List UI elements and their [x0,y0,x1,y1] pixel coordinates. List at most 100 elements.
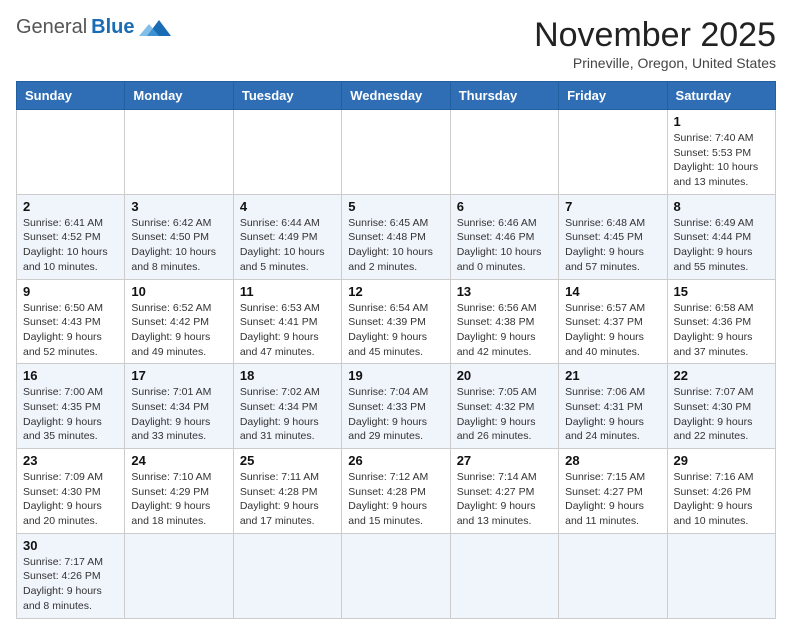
calendar-body: 1Sunrise: 7:40 AM Sunset: 5:53 PM Daylig… [17,110,776,619]
day-number: 11 [240,284,335,299]
day-number: 5 [348,199,443,214]
calendar-cell: 17 Sunrise: 7:01 AM Sunset: 4:34 PM Dayli… [125,364,233,449]
day-number: 27 [457,453,552,468]
day-number: 6 [457,199,552,214]
day-number: 4 [240,199,335,214]
day-info: Sunrise: 6:53 AM Sunset: 4:41 PM Dayligh… [240,301,335,360]
day-info: Sunrise: 7:17 AM Sunset: 4:26 PM Dayligh… [23,555,118,614]
day-info: Sunrise: 6:45 AM Sunset: 4:48 PM Dayligh… [348,216,443,275]
calendar-cell: 18 Sunrise: 7:02 AM Sunset: 4:34 PM Dayli… [233,364,341,449]
calendar-cell [450,533,558,618]
calendar-cell [342,533,450,618]
day-number: 3 [131,199,226,214]
calendar-cell: 26 Sunrise: 7:12 AM Sunset: 4:28 PM Dayli… [342,449,450,534]
calendar-cell: 25 Sunrise: 7:11 AM Sunset: 4:28 PM Dayli… [233,449,341,534]
calendar-cell: 21 Sunrise: 7:06 AM Sunset: 4:31 PM Dayli… [559,364,667,449]
day-info: Sunrise: 6:41 AM Sunset: 4:52 PM Dayligh… [23,216,118,275]
header-row: Sunday Monday Tuesday Wednesday Thursday… [17,82,776,110]
calendar-cell: 30 Sunrise: 7:17 AM Sunset: 4:26 PM Dayli… [17,533,125,618]
calendar-cell: 24Sunrise: 7:10 AM Sunset: 4:29 PM Dayli… [125,449,233,534]
day-number: 21 [565,368,660,383]
calendar-cell: 15Sunrise: 6:58 AM Sunset: 4:36 PM Dayli… [667,279,775,364]
day-number: 19 [348,368,443,383]
day-info: Sunrise: 6:49 AM Sunset: 4:44 PM Dayligh… [674,216,769,275]
col-thursday: Thursday [450,82,558,110]
logo: General Blue [16,16,171,39]
day-info: Sunrise: 6:46 AM Sunset: 4:46 PM Dayligh… [457,216,552,275]
calendar-cell: 11 Sunrise: 6:53 AM Sunset: 4:41 PM Dayli… [233,279,341,364]
day-info: Sunrise: 7:16 AM Sunset: 4:26 PM Dayligh… [674,470,769,529]
calendar-cell: 4 Sunrise: 6:44 AM Sunset: 4:49 PM Daylig… [233,194,341,279]
calendar-cell: 16 Sunrise: 7:00 AM Sunset: 4:35 PM Dayli… [17,364,125,449]
day-info: Sunrise: 6:56 AM Sunset: 4:38 PM Dayligh… [457,301,552,360]
week-row: 9Sunrise: 6:50 AM Sunset: 4:43 PM Daylig… [17,279,776,364]
calendar-cell: 28Sunrise: 7:15 AM Sunset: 4:27 PM Dayli… [559,449,667,534]
day-number: 25 [240,453,335,468]
day-info: Sunrise: 7:10 AM Sunset: 4:29 PM Dayligh… [131,470,226,529]
calendar-cell [17,110,125,195]
day-number: 16 [23,368,118,383]
day-info: Sunrise: 6:54 AM Sunset: 4:39 PM Dayligh… [348,301,443,360]
calendar-cell: 9Sunrise: 6:50 AM Sunset: 4:43 PM Daylig… [17,279,125,364]
day-info: Sunrise: 7:40 AM Sunset: 5:53 PM Dayligh… [674,131,769,190]
month-title: November 2025 [534,16,776,55]
day-info: Sunrise: 7:12 AM Sunset: 4:28 PM Dayligh… [348,470,443,529]
day-number: 2 [23,199,118,214]
col-sunday: Sunday [17,82,125,110]
day-info: Sunrise: 7:11 AM Sunset: 4:28 PM Dayligh… [240,470,335,529]
day-info: Sunrise: 6:44 AM Sunset: 4:49 PM Dayligh… [240,216,335,275]
calendar-cell [342,110,450,195]
calendar-cell [559,110,667,195]
day-info: Sunrise: 6:48 AM Sunset: 4:45 PM Dayligh… [565,216,660,275]
day-number: 17 [131,368,226,383]
calendar-cell: 20 Sunrise: 7:05 AM Sunset: 4:32 PM Dayli… [450,364,558,449]
day-info: Sunrise: 7:06 AM Sunset: 4:31 PM Dayligh… [565,385,660,444]
logo-blue-text: Blue [91,16,134,39]
day-number: 20 [457,368,552,383]
day-info: Sunrise: 7:14 AM Sunset: 4:27 PM Dayligh… [457,470,552,529]
day-number: 13 [457,284,552,299]
col-friday: Friday [559,82,667,110]
calendar-cell: 1Sunrise: 7:40 AM Sunset: 5:53 PM Daylig… [667,110,775,195]
col-saturday: Saturday [667,82,775,110]
calendar: Sunday Monday Tuesday Wednesday Thursday… [16,81,776,619]
day-info: Sunrise: 7:01 AM Sunset: 4:34 PM Dayligh… [131,385,226,444]
day-number: 26 [348,453,443,468]
col-tuesday: Tuesday [233,82,341,110]
day-info: Sunrise: 7:00 AM Sunset: 4:35 PM Dayligh… [23,385,118,444]
day-number: 14 [565,284,660,299]
day-info: Sunrise: 7:05 AM Sunset: 4:32 PM Dayligh… [457,385,552,444]
title-area: November 2025 Prineville, Oregon, United… [534,16,776,71]
day-number: 10 [131,284,226,299]
calendar-cell [559,533,667,618]
calendar-cell: 22 Sunrise: 7:07 AM Sunset: 4:30 PM Dayli… [667,364,775,449]
day-number: 8 [674,199,769,214]
day-number: 29 [674,453,769,468]
day-info: Sunrise: 7:15 AM Sunset: 4:27 PM Dayligh… [565,470,660,529]
calendar-cell: 2 Sunrise: 6:41 AM Sunset: 4:52 PM Daylig… [17,194,125,279]
calendar-cell: 7Sunrise: 6:48 AM Sunset: 4:45 PM Daylig… [559,194,667,279]
day-number: 23 [23,453,118,468]
calendar-header: Sunday Monday Tuesday Wednesday Thursday… [17,82,776,110]
day-number: 22 [674,368,769,383]
day-info: Sunrise: 6:50 AM Sunset: 4:43 PM Dayligh… [23,301,118,360]
day-info: Sunrise: 6:52 AM Sunset: 4:42 PM Dayligh… [131,301,226,360]
calendar-cell [233,533,341,618]
calendar-cell [125,110,233,195]
week-row: 30 Sunrise: 7:17 AM Sunset: 4:26 PM Dayli… [17,533,776,618]
day-number: 18 [240,368,335,383]
day-info: Sunrise: 7:07 AM Sunset: 4:30 PM Dayligh… [674,385,769,444]
calendar-cell [125,533,233,618]
calendar-cell [450,110,558,195]
day-info: Sunrise: 6:57 AM Sunset: 4:37 PM Dayligh… [565,301,660,360]
calendar-cell: 23Sunrise: 7:09 AM Sunset: 4:30 PM Dayli… [17,449,125,534]
calendar-cell: 14 Sunrise: 6:57 AM Sunset: 4:37 PM Dayli… [559,279,667,364]
calendar-cell [233,110,341,195]
day-info: Sunrise: 7:02 AM Sunset: 4:34 PM Dayligh… [240,385,335,444]
week-row: 2 Sunrise: 6:41 AM Sunset: 4:52 PM Daylig… [17,194,776,279]
day-number: 15 [674,284,769,299]
day-number: 12 [348,284,443,299]
week-row: 16 Sunrise: 7:00 AM Sunset: 4:35 PM Dayli… [17,364,776,449]
day-info: Sunrise: 7:04 AM Sunset: 4:33 PM Dayligh… [348,385,443,444]
day-number: 30 [23,538,118,553]
